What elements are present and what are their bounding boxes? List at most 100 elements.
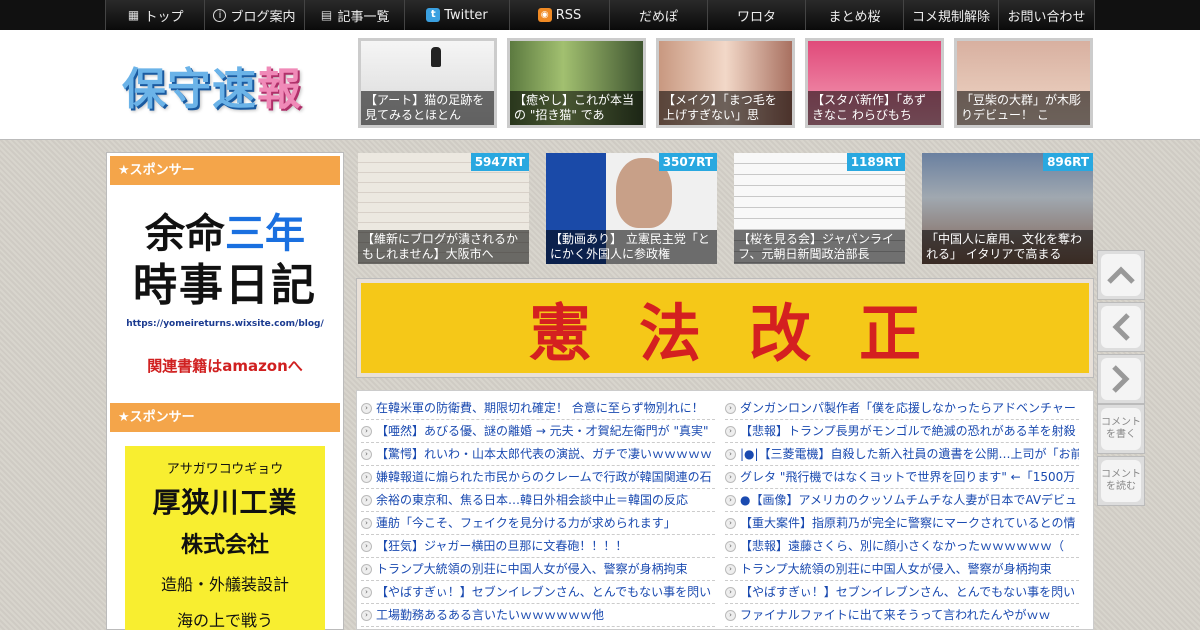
list-item[interactable]: › 【悲報】トランプ長男がモンゴルで絶滅の恐れがある羊を射殺 (725, 420, 1079, 443)
featured-article[interactable]: 【メイク】「まつ毛を上げすぎない」思 (656, 38, 795, 128)
sponsor-ad-asagawa[interactable]: アサガワコウギョウ 厚狭川工業 株式会社 造船・外艤装設計 海の上で戦う (125, 446, 325, 630)
nav-item-comment-unblock[interactable]: コメ規制解除 (904, 0, 999, 30)
bullet-arrow-icon: › (725, 563, 736, 575)
bullet-arrow-icon: › (725, 471, 736, 483)
nav-label: コメ規制解除 (911, 9, 990, 25)
list-icon: ▤ (320, 8, 333, 22)
nav-label: ワロタ (736, 9, 776, 25)
ad-company-name: 厚狭川工業 (152, 486, 298, 519)
chevron-up-icon (1101, 254, 1141, 296)
nav-item-warota[interactable]: ワロタ (708, 0, 806, 30)
bullet-arrow-icon: › (725, 586, 736, 598)
list-item[interactable]: › トランプ大統領の別荘に中国人女が侵入、警察が身柄拘束 (725, 558, 1079, 581)
list-item[interactable]: › 在韓米軍の防衛費、期限切れ確定！ 合意に至らず物別れに！ (361, 397, 715, 420)
popular-article[interactable]: 1189RT 【桜を見る会】ジャパンライフ、元朝日新聞政治部長 (734, 153, 905, 264)
site-header: 保守速報 【アート】猫の足跡を見てみるとほとん 【癒やし】これが本当の "招き猫… (0, 30, 1200, 140)
list-item[interactable]: › 【狂気】ジャガー横田の旦那に文春砲！！！！ (361, 535, 715, 558)
list-item[interactable]: › 余裕の東京和、焦る日本…韓日外相会談中止＝韓国の反応 (361, 489, 715, 512)
cat-image (431, 47, 441, 67)
ad-service: 造船・外艤装設計 (160, 575, 289, 594)
list-item[interactable]: › 【重大案件】指原莉乃が完全に警察にマークされているとの情 (725, 512, 1079, 535)
article-title: 蓮舫「今こそ、フェイクを見分ける力が求められます」 (376, 516, 676, 530)
list-item[interactable]: › 【悲報】遠藤さくら、別に顔小さくなかったｗｗｗｗｗｗ（ (725, 535, 1079, 558)
ad-amazon-link[interactable]: 関連書籍はamazonへ (107, 355, 343, 376)
list-item[interactable]: › 【やばすぎぃ！】セブンイレブンさん、とんでもない事を閃い (361, 581, 715, 604)
featured-article[interactable]: 【癒やし】これが本当の "招き猫" であ (507, 38, 646, 128)
write-comment-label: コメント を書く (1101, 408, 1141, 450)
popular-article[interactable]: 896RT 「中国人に雇用、文化を奪われる」 イタリアで高まる (922, 153, 1093, 264)
bullet-arrow-icon: › (361, 494, 372, 506)
list-item[interactable]: › 蓮舫「今こそ、フェイクを見分ける力が求められます」 (361, 512, 715, 535)
article-title: ファイナルファイトに出て来そうって言われたんやがｗｗ (740, 608, 1051, 622)
retweet-count-badge: 3507RT (658, 153, 717, 171)
article-title: トランプ大統領の別荘に中国人女が侵入、警察が身柄拘束 (740, 562, 1052, 576)
nav-item-contact[interactable]: お問い合わせ (999, 0, 1095, 30)
featured-article[interactable]: 【アート】猫の足跡を見てみるとほとん (358, 38, 497, 128)
write-comment-button[interactable]: コメント を書く (1097, 404, 1145, 454)
featured-article[interactable]: 【スタバ新作】「あずきなこ わらびもち (805, 38, 944, 128)
article-caption: 【維新にブログが潰されるかもしれません】大阪市へ (358, 230, 529, 264)
nav-item-damepo[interactable]: だめぽ (610, 0, 708, 30)
read-comments-button[interactable]: コメント を読む (1097, 456, 1145, 506)
site-logo[interactable]: 保守速報 (122, 53, 302, 117)
twitter-icon: t (426, 8, 441, 22)
top-navigation-bar: ▦ トップ i ブログ案内 ▤ 記事一覧 t Twitter ◉ RSS だめぽ… (0, 0, 1200, 30)
article-title: 【悲報】トランプ長男がモンゴルで絶滅の恐れがある羊を射殺 (740, 424, 1076, 438)
article-title: 【驚愕】れいわ・山本太郎代表の演説、ガチで凄いｗｗｗｗｗ (376, 447, 713, 461)
article-title: ●【画像】アメリカのクッソムチムチな人妻が日本でAVデビュ (740, 493, 1078, 507)
popular-article[interactable]: 5947RT 【維新にブログが潰されるかもしれません】大阪市へ (358, 153, 529, 264)
list-item[interactable]: › ファイナルファイトに出て来そうって言われたんやがｗｗ (725, 604, 1079, 627)
nav-item-article-list[interactable]: ▤ 記事一覧 (305, 0, 405, 30)
chevron-left-icon (1101, 306, 1141, 348)
scroll-top-button[interactable] (1097, 250, 1145, 300)
list-item[interactable]: › ダンガンロンパ製作者「僕を応援しなかったらアドベンチャー (725, 397, 1079, 420)
list-item[interactable]: › 【驚愕】れいわ・山本太郎代表の演説、ガチで凄いｗｗｗｗｗ (361, 443, 715, 466)
article-caption: 【桜を見る会】ジャパンライフ、元朝日新聞政治部長 (734, 230, 905, 264)
bullet-arrow-icon: › (361, 540, 372, 552)
logo-text-accent: 報 (257, 64, 302, 115)
popular-article[interactable]: 3507RT 【動画あり】 立憲民主党「とにかく外国人に参政権 (546, 153, 717, 264)
rss-icon: ◉ (537, 8, 552, 22)
nav-item-rss[interactable]: ◉ RSS (510, 0, 610, 30)
article-caption: 【アート】猫の足跡を見てみるとほとん (361, 91, 494, 125)
featured-thumbnails: 【アート】猫の足跡を見てみるとほとん 【癒やし】これが本当の "招き猫" であ … (358, 38, 1093, 128)
article-title: 【やばすぎぃ！】セブンイレブンさん、とんでもない事を閃い (376, 585, 712, 599)
bullet-arrow-icon: › (361, 448, 372, 460)
article-list-right: › ダンガンロンパ製作者「僕を応援しなかったらアドベンチャー › 【悲報】トランプ長男… (725, 397, 1079, 629)
article-caption: 【メイク】「まつ毛を上げすぎない」思 (659, 91, 792, 125)
article-title: 嫌韓報道に煽られた市民からのクレームで行政が韓国関連の石 (376, 470, 712, 484)
nav-item-top[interactable]: ▦ トップ (105, 0, 205, 30)
article-caption: 「豆柴の大群」が木彫りデビュー！ こ (957, 91, 1090, 125)
bullet-arrow-icon: › (725, 402, 736, 414)
ad-company-type: 株式会社 (180, 533, 269, 558)
info-icon: i (213, 8, 227, 22)
list-item[interactable]: › 【唖然】あびる優、謎の離婚 → 元夫・才賀紀左衛門が "真実" (361, 420, 715, 443)
nav-item-matome-sakura[interactable]: まとめ桜 (806, 0, 904, 30)
nav-item-twitter[interactable]: t Twitter (405, 0, 510, 30)
article-caption: 【スタバ新作】「あずきなこ わらびもち (808, 91, 941, 125)
list-item[interactable]: › グレタ "飛行機ではなくヨットで世界を回ります" ←「1500万 (725, 466, 1079, 489)
list-item[interactable]: › 【やばすぎぃ！】セブンイレブンさん、とんでもない事を閃い (725, 581, 1079, 604)
banner-text: 憲法改正 (361, 283, 1089, 373)
article-list-left: › 在韓米軍の防衛費、期限切れ確定！ 合意に至らず物別れに！ › 【唖然】あびる優、謎… (361, 397, 715, 629)
featured-article[interactable]: 「豆柴の大群」が木彫りデビュー！ こ (954, 38, 1093, 128)
list-item[interactable]: › 嫌韓報道に煽られた市民からのクレームで行政が韓国関連の石 (361, 466, 715, 489)
list-item[interactable]: › 工場勤務あるある言いたいｗｗｗｗｗｗ他 (361, 604, 715, 627)
article-title: 【唖然】あびる優、謎の離婚 → 元夫・才賀紀左衛門が "真実" (376, 424, 709, 438)
read-comments-label: コメント を読む (1101, 460, 1141, 502)
next-article-button[interactable] (1097, 354, 1145, 404)
list-item[interactable]: › |●|【三菱電機】自殺した新入社員の遺書を公開…上司が「お前 (725, 443, 1079, 466)
constitution-banner[interactable]: 憲法改正 (356, 278, 1094, 378)
sponsor-ad-yomei[interactable]: 余命三年 時事日記 https://yomeireturns.wixsite.c… (107, 185, 343, 390)
previous-article-button[interactable] (1097, 302, 1145, 352)
article-title: 工場勤務あるある言いたいｗｗｗｗｗｗ他 (376, 608, 605, 622)
article-title: 余裕の東京和、焦る日本…韓日外相会談中止＝韓国の反応 (376, 493, 689, 507)
nav-label: だめぽ (638, 9, 678, 25)
bullet-arrow-icon: › (361, 563, 372, 575)
nav-item-blog-guide[interactable]: i ブログ案内 (205, 0, 305, 30)
list-item[interactable]: › ●【画像】アメリカのクッソムチムチな人妻が日本でAVデビュ (725, 489, 1079, 512)
article-title: トランプ大統領の別荘に中国人女が侵入、警察が身柄拘束 (376, 562, 688, 576)
article-caption: 「中国人に雇用、文化を奪われる」 イタリアで高まる (922, 230, 1093, 264)
list-item[interactable]: › トランプ大統領の別荘に中国人女が侵入、警察が身柄拘束 (361, 558, 715, 581)
bullet-arrow-icon: › (361, 609, 372, 621)
